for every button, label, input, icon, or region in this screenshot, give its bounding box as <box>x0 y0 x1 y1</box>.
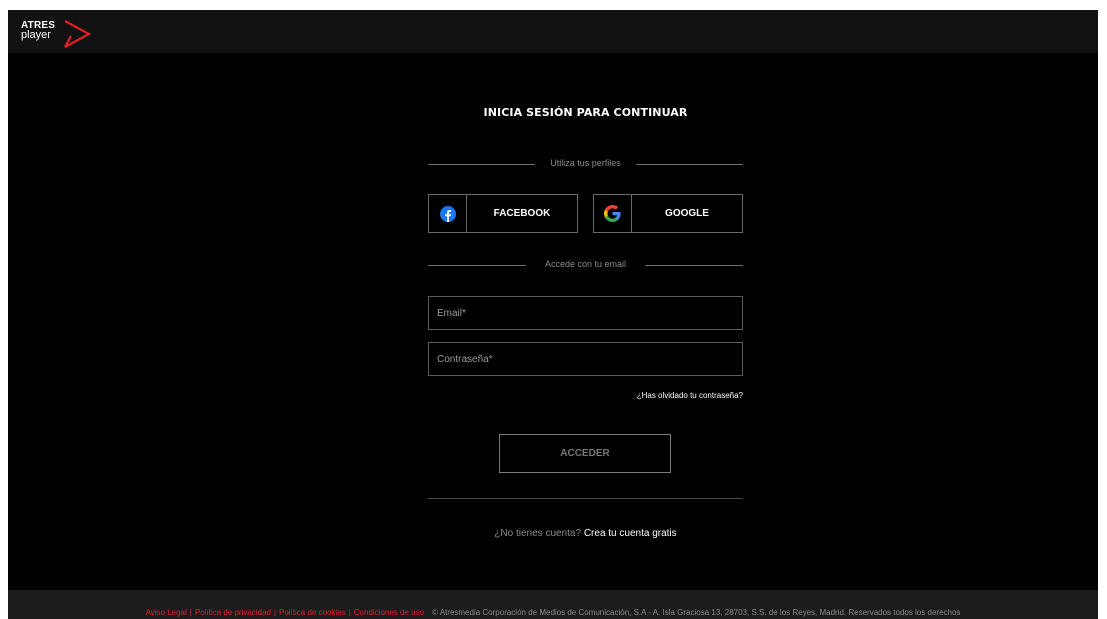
google-login-button[interactable]: GOOGLE <box>593 194 743 233</box>
footer-link-cookies[interactable]: Política de cookies <box>279 608 346 617</box>
email-divider-label: Accede con tu email <box>544 259 627 269</box>
google-button-label: GOOGLE <box>665 208 709 219</box>
page: ATRES player INICIA SESIÓN PARA CONTINUA… <box>8 10 1098 619</box>
top-bar: ATRES player <box>8 10 1098 53</box>
footer: Aviso Legal | Política de privacidad | Polít… <box>8 590 1098 619</box>
forgot-password-link[interactable]: ¿Has olvidado tu contraseña? <box>428 391 743 400</box>
footer-separator: | <box>273 608 276 617</box>
logo-chevron-icon <box>64 20 92 48</box>
facebook-icon <box>439 205 456 222</box>
facebook-login-button[interactable]: FACEBOOK <box>428 194 578 233</box>
footer-separator: | <box>348 608 351 617</box>
no-account-text: ¿No tienes cuenta? <box>494 528 582 539</box>
login-title: INICIA SESIÓN PARA CONTINUAR <box>483 106 688 119</box>
google-icon <box>604 205 621 222</box>
acceder-button[interactable]: ACCEDER <box>499 434 671 473</box>
password-input[interactable] <box>429 343 742 375</box>
atresplayer-logo[interactable]: ATRES player <box>21 20 101 48</box>
signup-prompt: ¿No tienes cuenta? Crea tu cuenta gratis <box>428 528 743 539</box>
password-field <box>428 342 743 376</box>
section-divider <box>428 498 743 499</box>
profiles-divider-label: Utiliza tus perfiles <box>550 158 621 168</box>
email-field <box>428 296 743 330</box>
footer-separator: | <box>189 608 192 617</box>
footer-link-privacidad[interactable]: Política de privacidad <box>195 608 271 617</box>
profiles-divider: Utiliza tus perfiles <box>428 158 743 170</box>
footer-copyright: © Atresmedia Corporación de Medios de Co… <box>432 608 961 617</box>
footer-link-aviso-legal[interactable]: Aviso Legal <box>146 608 187 617</box>
footer-row: Aviso Legal | Política de privacidad | Polít… <box>8 608 1098 617</box>
email-input[interactable] <box>429 297 742 329</box>
create-account-link[interactable]: Crea tu cuenta gratis <box>584 528 677 539</box>
logo-player-text: player <box>21 29 51 41</box>
footer-link-condiciones[interactable]: Condiciones de uso <box>354 608 424 617</box>
email-divider: Accede con tu email <box>428 259 743 271</box>
facebook-button-label: FACEBOOK <box>493 208 551 219</box>
